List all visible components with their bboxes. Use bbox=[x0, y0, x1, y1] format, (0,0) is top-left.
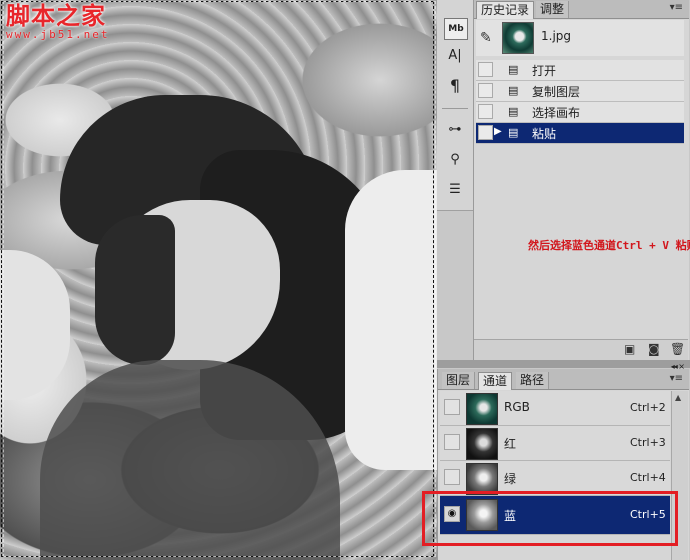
history-source-checkbox[interactable] bbox=[478, 125, 493, 140]
camera-snapshot-icon[interactable]: ◙ bbox=[648, 342, 660, 356]
channel-shortcut: Ctrl+3 bbox=[630, 436, 666, 449]
history-item-label: 复制图层 bbox=[532, 85, 581, 99]
character-icon[interactable]: A| bbox=[444, 46, 466, 66]
snapshot-label: 1.jpg bbox=[541, 29, 572, 43]
history-panel: 历史记录 调整 ▾≡ ✎ 1.jpg ▤ 打开 ▤ 复制图层 ▤ 选择画布 ▶ … bbox=[473, 0, 690, 360]
history-item-label: 粘贴 bbox=[532, 127, 557, 141]
paragraph-icon[interactable]: ¶ bbox=[444, 76, 466, 96]
tab-adjustments[interactable]: 调整 bbox=[536, 1, 570, 18]
trash-icon[interactable]: 🗑 bbox=[670, 342, 685, 356]
visibility-toggle[interactable] bbox=[444, 399, 460, 415]
snapshot-thumbnail bbox=[502, 22, 534, 54]
history-item[interactable]: ▤ 打开 bbox=[476, 60, 684, 81]
tab-paths[interactable]: 路径 bbox=[516, 372, 550, 389]
adjust-sliders-icon[interactable]: ⊶ bbox=[444, 120, 466, 140]
clone-source-icon[interactable]: ⚲ bbox=[444, 150, 466, 170]
history-source-checkbox[interactable] bbox=[478, 83, 493, 98]
channel-name: 绿 bbox=[504, 472, 517, 486]
channels-panel: 图层 通道 路径 ▾≡ RGB Ctrl+2 红 Ctrl+3 绿 Ctrl+4… bbox=[437, 369, 689, 560]
history-bottom-bar: ▣ ◙ 🗑 bbox=[474, 339, 688, 360]
history-item[interactable]: ▤ 选择画布 bbox=[476, 102, 684, 123]
watermark-url: www.jb51.net bbox=[6, 28, 110, 41]
channel-row-green[interactable]: 绿 Ctrl+4 bbox=[440, 461, 670, 496]
history-item-label: 选择画布 bbox=[532, 106, 581, 120]
history-source-checkbox[interactable] bbox=[478, 62, 493, 77]
channel-name: RGB bbox=[504, 400, 530, 414]
current-state-marker-icon: ▶ bbox=[494, 126, 502, 137]
new-document-icon[interactable]: ▣ bbox=[624, 342, 635, 356]
channel-thumbnail bbox=[466, 499, 498, 531]
document-state-icon: ▤ bbox=[508, 105, 519, 118]
tutorial-annotation: 然后选择蓝色通道Ctrl + V 粘贴 bbox=[528, 239, 690, 252]
panels-area: Mb A| ¶ ⊶ ⚲ ☰ 历史记录 调整 ▾≡ ✎ 1.jpg ▤ 打开 ▤ bbox=[437, 0, 690, 560]
separator bbox=[442, 108, 468, 109]
watermark-logo: 脚本之家 bbox=[6, 1, 106, 30]
panel-menu-icon[interactable]: ▾≡ bbox=[670, 2, 683, 13]
history-item-label: 打开 bbox=[532, 64, 557, 78]
tab-channels[interactable]: 通道 bbox=[478, 372, 513, 390]
history-brush-icon[interactable]: ✎ bbox=[480, 30, 492, 46]
channel-shortcut: Ctrl+5 bbox=[630, 508, 666, 521]
image-canvas[interactable]: 脚本之家 www.jb51.net bbox=[0, 0, 437, 560]
text-box-icon[interactable]: Mb bbox=[444, 18, 468, 40]
channel-row-blue[interactable]: ◉ 蓝 Ctrl+5 bbox=[440, 496, 670, 535]
watermark: 脚本之家 www.jb51.net bbox=[6, 1, 110, 42]
history-list: ▤ 打开 ▤ 复制图层 ▤ 选择画布 ▶ ▤ 粘贴 bbox=[476, 60, 684, 144]
channel-thumbnail bbox=[466, 428, 498, 460]
document-state-icon: ▤ bbox=[508, 63, 519, 76]
history-source-checkbox[interactable] bbox=[478, 104, 493, 119]
panel-icon-strip: Mb A| ¶ ⊶ ⚲ ☰ bbox=[437, 0, 474, 211]
channel-name: 红 bbox=[504, 437, 517, 451]
history-item[interactable]: ▤ 复制图层 bbox=[476, 81, 684, 102]
channel-row-rgb[interactable]: RGB Ctrl+2 bbox=[440, 391, 670, 426]
channel-shortcut: Ctrl+2 bbox=[630, 401, 666, 414]
visibility-toggle[interactable] bbox=[444, 469, 460, 485]
channel-row-red[interactable]: 红 Ctrl+3 bbox=[440, 426, 670, 461]
channel-shortcut: Ctrl+4 bbox=[630, 471, 666, 484]
history-item-active[interactable]: ▶ ▤ 粘贴 bbox=[476, 123, 684, 144]
tab-history[interactable]: 历史记录 bbox=[476, 1, 535, 19]
panel-divider bbox=[437, 360, 690, 368]
eye-icon[interactable]: ◉ bbox=[444, 506, 460, 522]
document-state-icon: ▤ bbox=[508, 126, 519, 139]
marquee-selection bbox=[1, 1, 434, 557]
panel-menu-icon[interactable]: ▾≡ bbox=[670, 373, 683, 384]
history-tabbar: 历史记录 调整 ▾≡ bbox=[474, 0, 689, 19]
channel-name: 蓝 bbox=[504, 509, 517, 523]
channels-tabbar: 图层 通道 路径 ▾≡ bbox=[438, 369, 689, 390]
channel-thumbnail bbox=[466, 463, 498, 495]
tab-layers[interactable]: 图层 bbox=[442, 372, 476, 389]
channels-scrollbar[interactable]: ▲ bbox=[671, 391, 688, 560]
scroll-up-icon[interactable]: ▲ bbox=[675, 393, 681, 402]
channel-thumbnail bbox=[466, 393, 498, 425]
history-snapshot[interactable]: ✎ 1.jpg bbox=[476, 20, 684, 56]
document-state-icon: ▤ bbox=[508, 84, 519, 97]
visibility-toggle[interactable] bbox=[444, 434, 460, 450]
tool-presets-icon[interactable]: ☰ bbox=[444, 180, 466, 200]
